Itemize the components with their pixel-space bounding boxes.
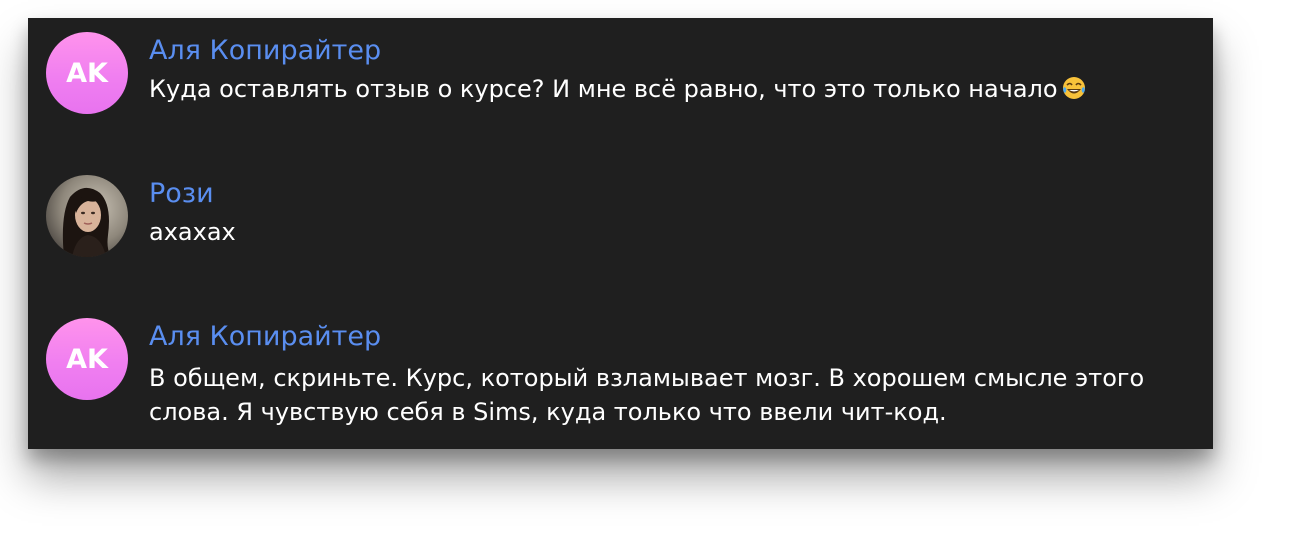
chat-message: AK Аля Копирайтер В общем, скриньте. Кур… [28,304,1213,449]
chat-panel: AK Аля Копирайтер Куда оставлять отзыв о… [28,18,1213,449]
user-photo-avatar [46,175,128,257]
avatar[interactable] [46,175,128,257]
message-text: Куда оставлять отзыв о курсе? И мне всё … [149,72,1189,106]
tears-of-joy-emoji [1062,77,1085,99]
message-text: ахахах [149,218,236,246]
avatar-initials: AK [66,57,108,89]
message-text-body: Куда оставлять отзыв о курсе? И мне всё … [149,75,1058,103]
avatar[interactable]: AK [46,318,128,400]
message-author[interactable]: Рози [149,177,214,211]
message-author[interactable]: Аля Копирайтер [149,320,381,354]
message-text: В общем, скриньте. Курс, который взламыв… [149,364,1145,426]
avatar[interactable]: AK [46,32,128,114]
avatar-initials: AK [66,343,108,375]
chat-message: Рози ахахах [28,161,1213,291]
chat-message: AK Аля Копирайтер Куда оставлять отзыв о… [28,18,1213,148]
message-author[interactable]: Аля Копирайтер [149,34,381,68]
